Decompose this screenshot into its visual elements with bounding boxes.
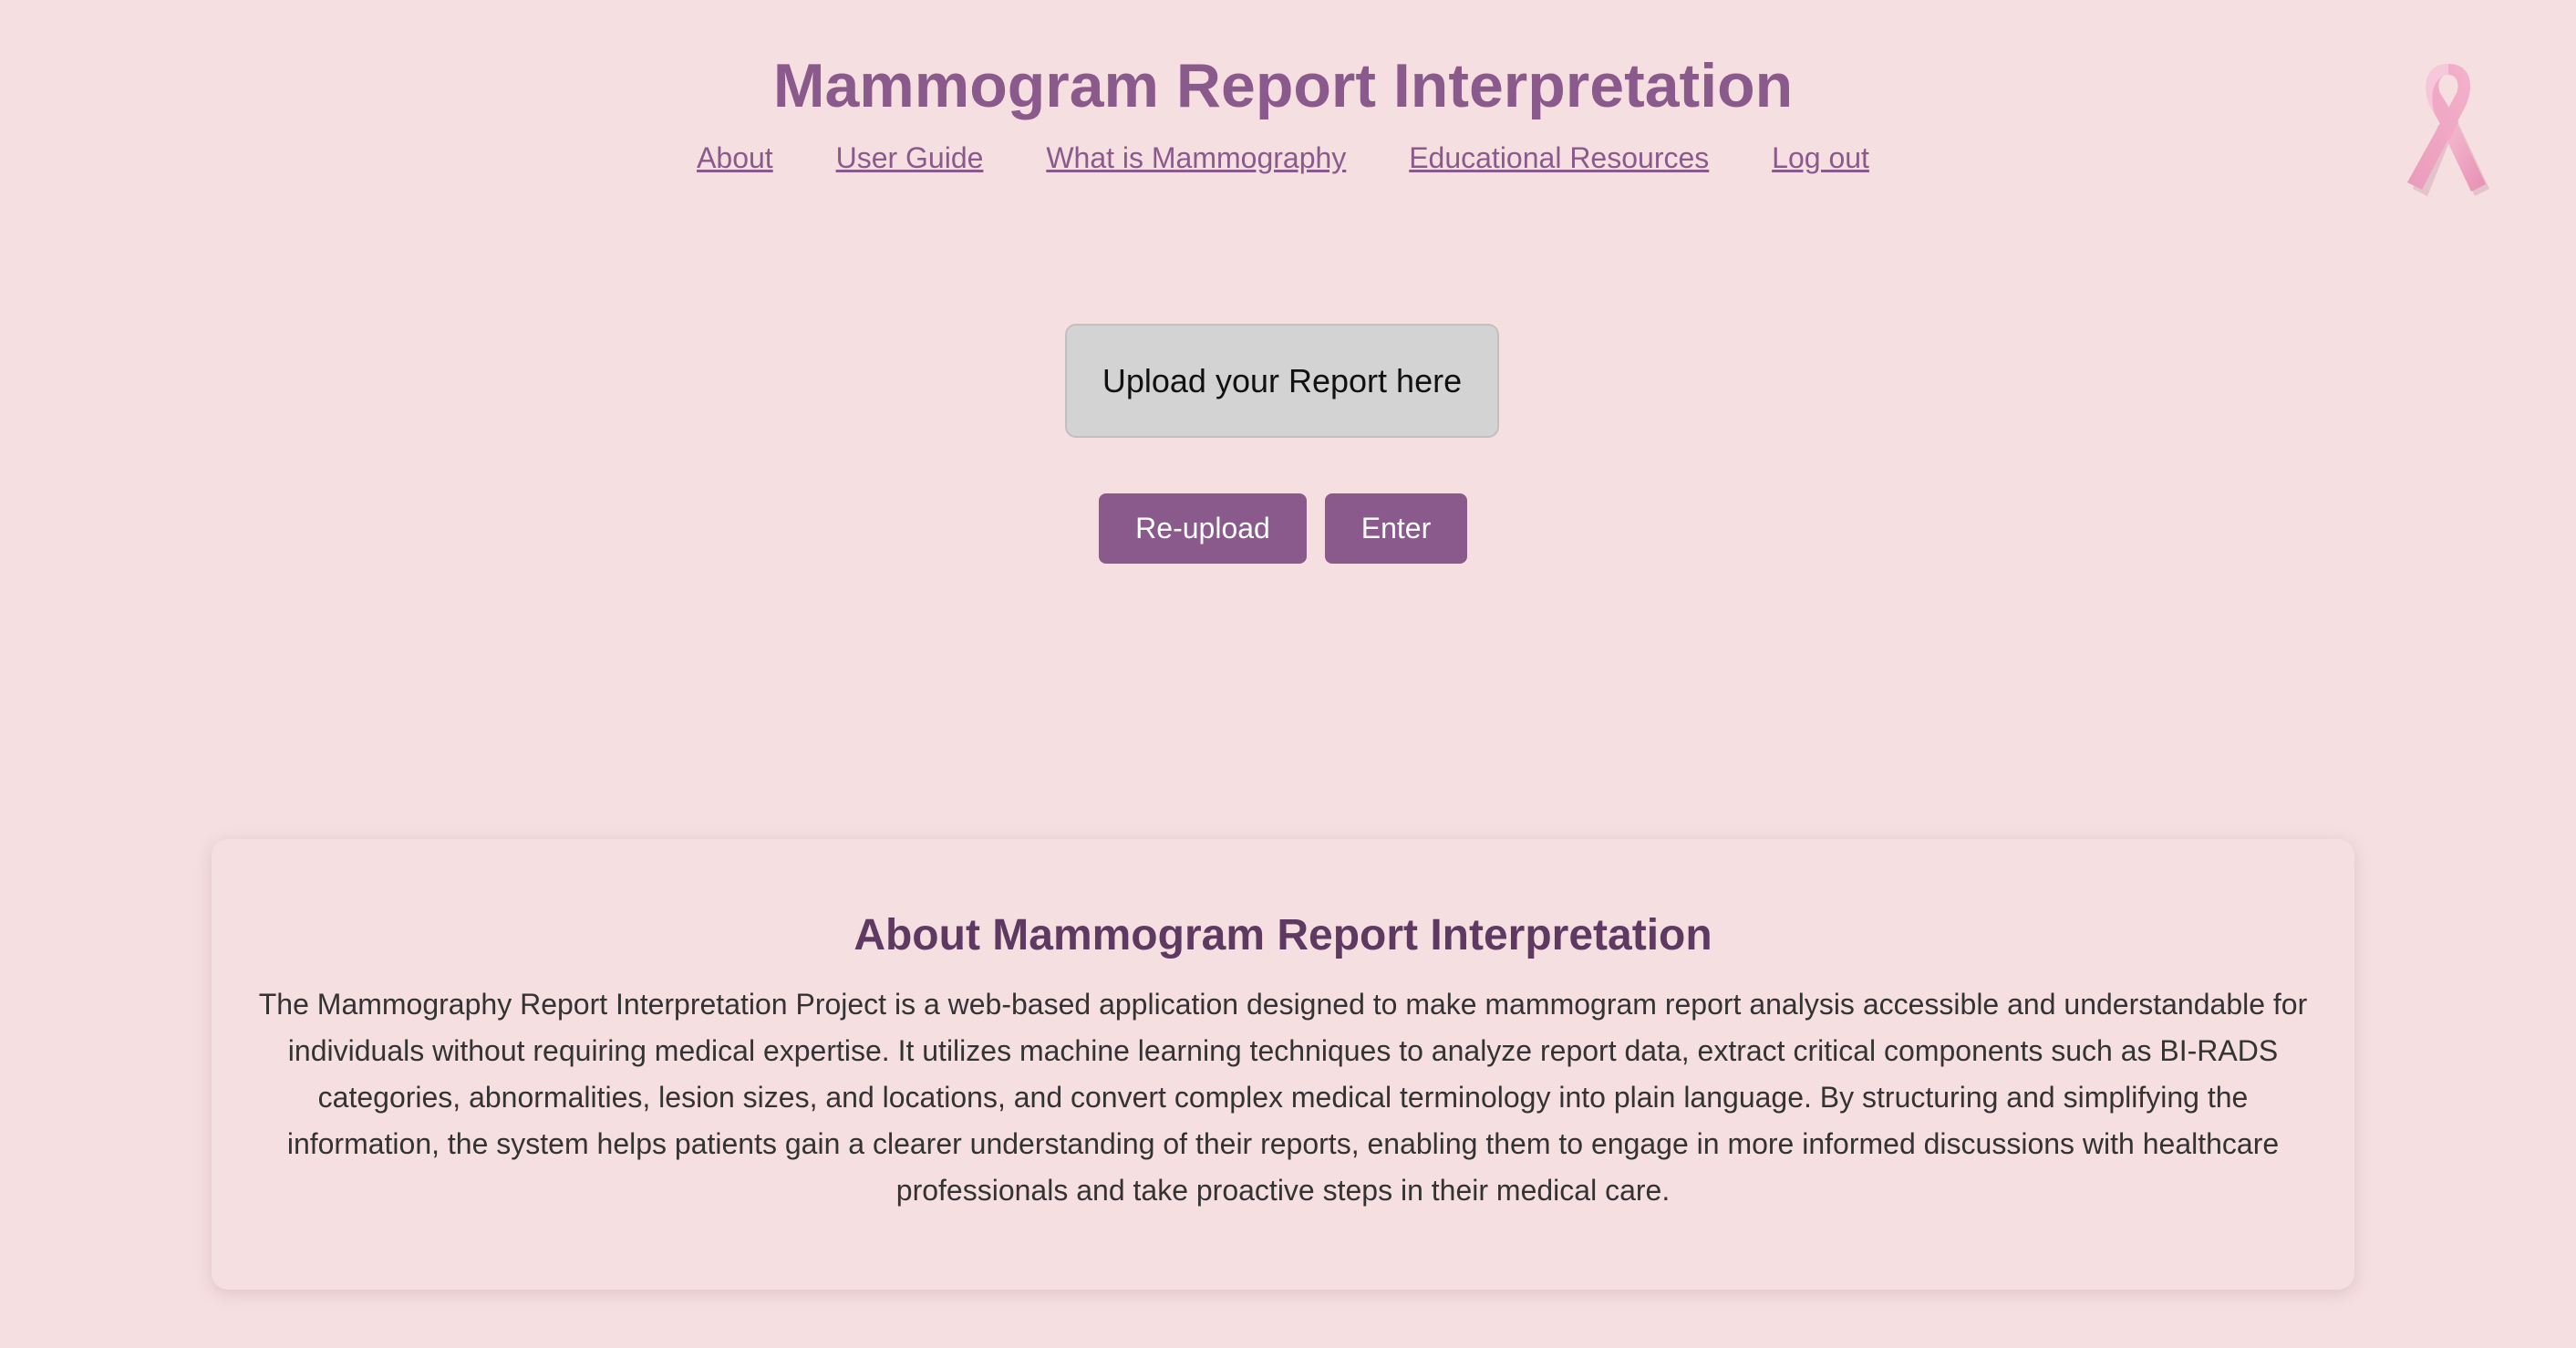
nav-link-about[interactable]: About [697, 141, 773, 174]
about-title: About Mammogram Report Interpretation [853, 911, 1712, 959]
pink-ribbon-icon [2398, 57, 2498, 198]
nav-link-log-out[interactable]: Log out [1772, 141, 1869, 174]
nav-link-user-guide[interactable]: User Guide [836, 141, 984, 174]
nav-link-educational-resources[interactable]: Educational Resources [1409, 141, 1709, 174]
about-card: About Mammogram Report Interpretation Th… [212, 839, 2354, 1290]
page-title: Mammogram Report Interpretation [772, 51, 1794, 120]
main-nav: About User Guide What is Mammography Edu… [0, 137, 2566, 179]
upload-report-dropzone[interactable]: Upload your Report here [1065, 324, 1499, 438]
about-text: The Mammography Report Interpretation Pr… [258, 988, 2308, 1207]
enter-button[interactable]: Enter [1325, 493, 1467, 564]
reupload-button[interactable]: Re-upload [1099, 493, 1307, 564]
nav-link-what-is-mammography[interactable]: What is Mammography [1046, 141, 1346, 174]
